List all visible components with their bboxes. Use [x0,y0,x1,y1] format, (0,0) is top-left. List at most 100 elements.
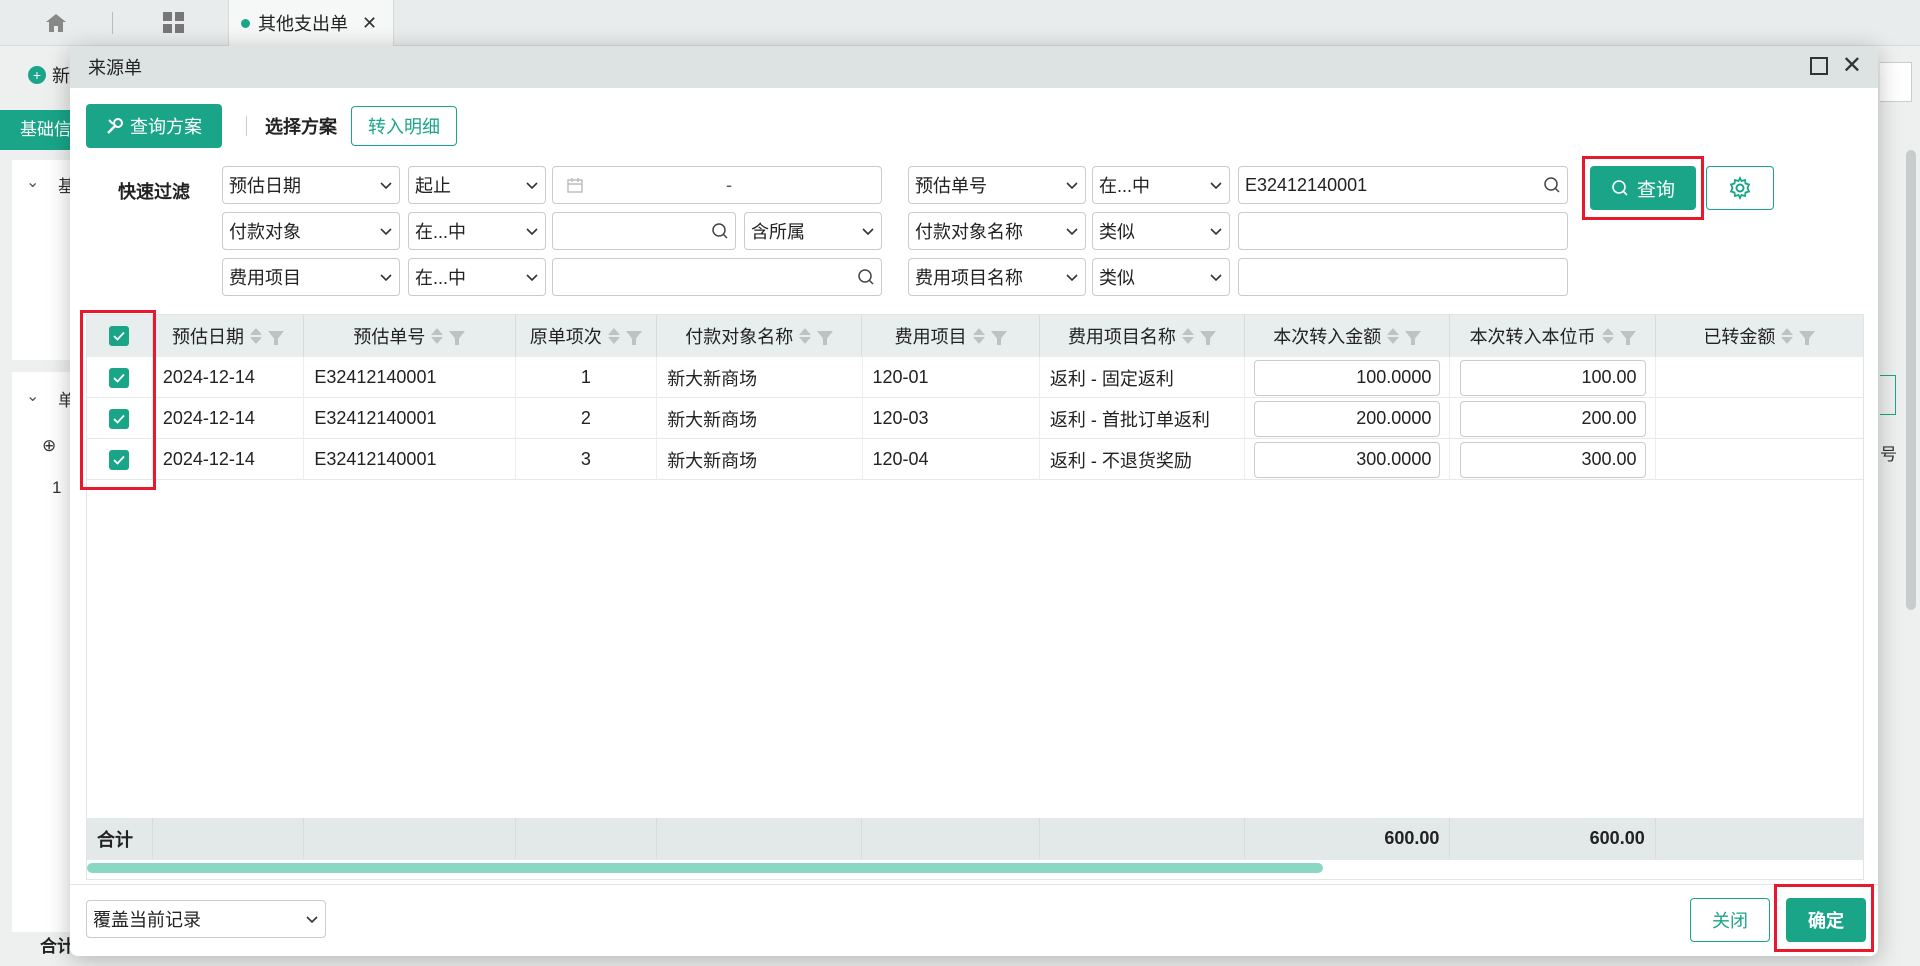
cell-payee: 新大新商场 [657,357,863,398]
add-row-icon[interactable]: ⊕ [42,436,56,456]
chevron-down-icon [1210,274,1222,282]
filter-field-value: 付款对象名称 [915,222,1023,242]
sort-icon[interactable] [1387,328,1400,344]
table-row[interactable]: 2024-12-14 E32412140001 1 新大新商场 120-01 返… [87,357,1863,398]
filter-icon[interactable] [1199,331,1216,345]
column-header[interactable]: 原单项次 [516,315,658,357]
column-header[interactable]: 已转金额 [1656,315,1863,357]
column-header[interactable]: 本次转入本位币 [1450,315,1656,357]
apps-grid-icon[interactable] [154,8,194,38]
transfer-detail-button[interactable]: 转入明细 [351,106,457,146]
filter-field-select[interactable]: 付款对象 [222,212,400,250]
include-subordinate-select[interactable]: 含所属 [744,212,882,250]
filter-icon[interactable] [990,331,1007,345]
filter-icon[interactable] [1799,331,1816,345]
chevron-down-icon [380,228,392,236]
filter-op-select[interactable]: 起止 [408,166,546,204]
chevron-down-icon[interactable]: ⌄ [26,386,39,406]
bg-panel-2 [12,372,72,932]
sort-icon[interactable] [799,328,812,344]
close-icon[interactable]: ✕ [1842,54,1862,78]
cell-transferred [1656,357,1863,398]
chevron-down-icon [526,228,538,236]
sort-icon[interactable] [1601,328,1614,344]
chevron-down-icon[interactable]: ⌄ [26,172,39,192]
order-no-value: E32412140001 [1245,174,1368,195]
filter-icon[interactable] [268,331,285,345]
query-button[interactable]: 查询 [1590,166,1696,210]
close-tab-icon[interactable]: ✕ [362,13,377,34]
column-label: 本次转入金额 [1273,327,1382,347]
bg-scrollbar[interactable] [1906,150,1916,610]
column-header[interactable]: 本次转入金额 [1245,315,1451,357]
table-row[interactable]: 2024-12-14 E32412140001 2 新大新商场 120-03 返… [87,398,1863,439]
sort-icon[interactable] [1781,328,1794,344]
bg-basic-info-tab[interactable]: 基础信 [0,110,80,150]
sort-icon[interactable] [431,328,444,344]
filter-op-select-2[interactable]: 在...中 [1092,166,1230,204]
import-mode-select[interactable]: 覆盖当前记录 [86,900,326,938]
maximize-icon[interactable] [1809,57,1828,75]
table-row[interactable]: 2024-12-14 E32412140001 3 新大新商场 120-04 返… [87,439,1863,480]
column-header[interactable]: 预估日期 [153,315,305,357]
amount-total: 600.00 [1245,818,1451,859]
expense-item-input[interactable] [552,258,882,296]
filter-field-select-2[interactable]: 费用项目名称 [908,258,1086,296]
select-all-checkbox[interactable] [109,326,130,346]
cell-line: 3 [516,439,658,480]
amount-input[interactable]: 300.0000 [1254,441,1441,478]
date-range-input[interactable]: - [552,166,882,204]
cell-transferred [1656,398,1863,439]
filter-icon[interactable] [1405,331,1422,345]
sort-icon[interactable] [972,328,985,344]
close-button[interactable]: 关闭 [1690,898,1770,942]
select-scheme-label[interactable]: 选择方案 [265,113,337,139]
row-checkbox[interactable] [109,449,130,470]
settings-button[interactable] [1706,166,1774,210]
column-label: 费用项目 [894,327,967,347]
column-header[interactable]: 预估单号 [304,315,516,357]
search-icon [712,223,728,239]
column-header[interactable]: 付款对象名称 [657,315,863,357]
chevron-down-icon [526,182,538,190]
order-no-input[interactable]: E32412140001 [1238,166,1568,204]
horizontal-scrollbar[interactable] [87,863,1323,873]
base-amount-input[interactable]: 300.00 [1459,441,1646,478]
filter-field-select-2[interactable]: 预估单号 [908,166,1086,204]
payee-input[interactable] [552,212,736,250]
sort-icon[interactable] [250,328,263,344]
bg-new-button[interactable]: + 新 [28,62,70,88]
filter-field-select[interactable]: 预估日期 [222,166,400,204]
topbar-divider [112,12,113,34]
query-scheme-button[interactable]: 查询方案 [86,104,222,148]
base-amount-total: 600.00 [1450,818,1656,859]
amount-input[interactable]: 100.0000 [1254,359,1441,396]
amount-input[interactable]: 200.0000 [1254,400,1441,437]
row-checkbox[interactable] [109,367,130,388]
filter-icon[interactable] [817,331,834,345]
confirm-button[interactable]: 确定 [1786,898,1866,942]
filter-icon[interactable] [449,331,466,345]
select-all-checkbox-cell[interactable] [87,315,153,357]
sort-icon[interactable] [1181,328,1194,344]
expense-item-name-input[interactable] [1238,258,1568,296]
filter-op-select-2[interactable]: 类似 [1092,258,1230,296]
row-checkbox[interactable] [109,408,130,429]
filter-op-select[interactable]: 在...中 [408,258,546,296]
filter-field-select-2[interactable]: 付款对象名称 [908,212,1086,250]
base-amount-input[interactable]: 100.00 [1459,359,1646,396]
filter-field-value: 费用项目 [229,268,301,288]
sort-icon[interactable] [607,328,620,344]
column-header[interactable]: 费用项目名称 [1040,315,1246,357]
filter-op-select[interactable]: 在...中 [408,212,546,250]
column-header[interactable]: 费用项目 [862,315,1040,357]
filter-icon[interactable] [625,331,642,345]
tab-other-expense[interactable]: 其他支出单 ✕ [228,0,395,46]
filter-icon[interactable] [1619,331,1636,345]
filter-op-select-2[interactable]: 类似 [1092,212,1230,250]
filter-field-select[interactable]: 费用项目 [222,258,400,296]
home-icon[interactable] [36,8,76,38]
base-amount-input[interactable]: 200.00 [1459,400,1646,437]
payee-name-input[interactable] [1238,212,1568,250]
date-range-value: - [726,174,732,195]
